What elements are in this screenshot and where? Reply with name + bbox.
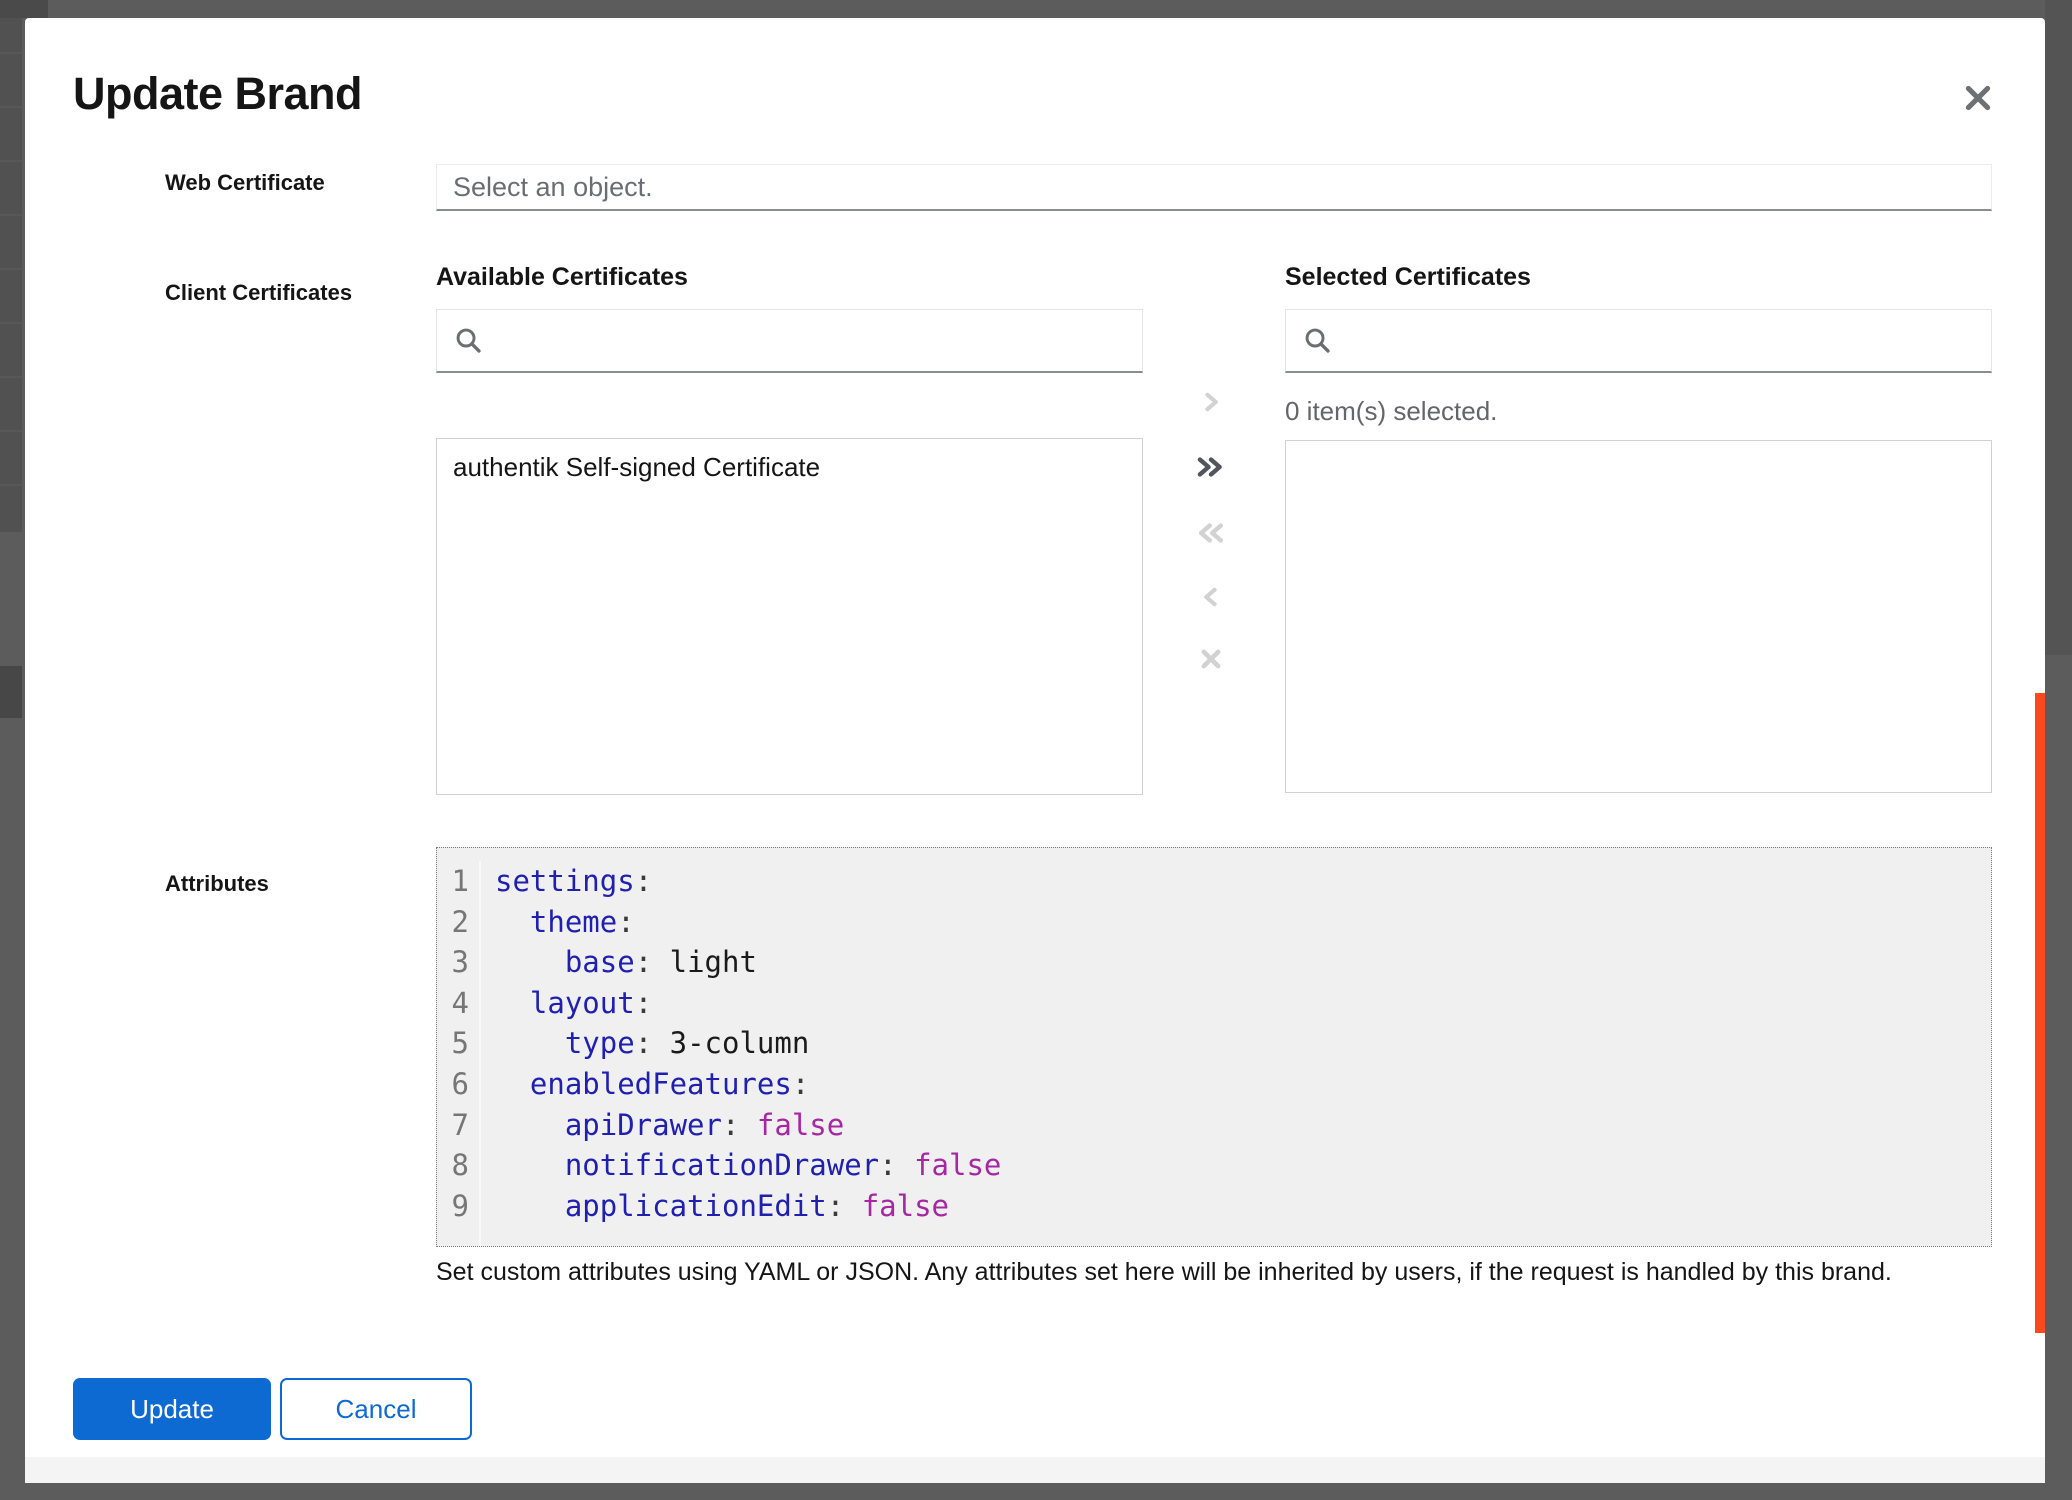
- code-line: applicationEdit: false: [495, 1186, 1991, 1227]
- attributes-help-text: Set custom attributes using YAML or JSON…: [436, 1258, 1966, 1287]
- update-button[interactable]: Update: [73, 1378, 271, 1440]
- update-brand-modal: Update Brand Web Certificate Select an o…: [25, 18, 2045, 1483]
- available-listbox[interactable]: authentik Self-signed Certificate: [436, 438, 1143, 795]
- line-number: 2: [437, 902, 479, 943]
- modal-footer-strip: [25, 1457, 2045, 1483]
- attributes-code-editor[interactable]: 123456789 settings: theme: base: light l…: [436, 847, 1992, 1247]
- code-line: enabledFeatures:: [495, 1064, 1991, 1105]
- list-item-certificate[interactable]: authentik Self-signed Certificate: [437, 439, 1142, 496]
- code-line: base: light: [495, 942, 1991, 983]
- line-number: 7: [437, 1105, 479, 1146]
- field-label-web-certificate: Web Certificate: [165, 170, 325, 196]
- selected-listbox[interactable]: [1285, 440, 1992, 793]
- field-label-client-certificates: Client Certificates: [165, 280, 352, 306]
- times-icon: [1198, 646, 1224, 672]
- angle-right-icon: [1199, 390, 1223, 414]
- backdrop-sidebar-item: [0, 666, 22, 718]
- code-line: apiDrawer: false: [495, 1105, 1991, 1146]
- cancel-button[interactable]: Cancel: [280, 1378, 472, 1440]
- backdrop-sidebar: [0, 0, 22, 532]
- selected-certificates-heading: Selected Certificates: [1285, 263, 1531, 292]
- line-number: 9: [437, 1186, 479, 1227]
- angle-double-left-icon: [1195, 520, 1227, 546]
- selected-status: 0 item(s) selected.: [1285, 396, 1497, 427]
- line-number: 3: [437, 942, 479, 983]
- code-content: settings: theme: base: light layout: typ…: [481, 861, 1991, 1246]
- line-number: 5: [437, 1023, 479, 1064]
- code-line: notificationDrawer: false: [495, 1145, 1991, 1186]
- field-label-attributes: Attributes: [165, 871, 269, 897]
- code-line: settings:: [495, 861, 1991, 902]
- code-line: layout:: [495, 983, 1991, 1024]
- available-search-box: [436, 309, 1143, 373]
- backdrop-right: [2045, 0, 2072, 655]
- clear-selection-button[interactable]: [1191, 639, 1231, 679]
- scrollbar-thumb[interactable]: [2035, 693, 2045, 1333]
- code-gutter: 123456789: [437, 861, 481, 1246]
- code-line: type: 3-column: [495, 1023, 1991, 1064]
- line-number: 4: [437, 983, 479, 1024]
- angle-double-right-icon: [1195, 454, 1227, 480]
- selected-search-box: [1285, 309, 1992, 373]
- angle-left-icon: [1199, 585, 1223, 609]
- code-line: theme:: [495, 902, 1991, 943]
- backdrop-header: [0, 0, 48, 18]
- move-selected-left-button[interactable]: [1191, 577, 1231, 617]
- search-icon: [1304, 327, 1331, 354]
- line-number: 6: [437, 1064, 479, 1105]
- web-certificate-select[interactable]: Select an object.: [436, 164, 1992, 211]
- select-placeholder: Select an object.: [453, 172, 653, 203]
- search-icon: [455, 327, 482, 354]
- move-selected-right-button[interactable]: [1191, 382, 1231, 422]
- line-number: 1: [437, 861, 479, 902]
- available-certificates-heading: Available Certificates: [436, 263, 688, 292]
- line-number: 8: [437, 1145, 479, 1186]
- move-all-right-button[interactable]: [1191, 447, 1231, 487]
- available-search-input[interactable]: [496, 310, 1124, 371]
- selected-search-input[interactable]: [1345, 310, 1973, 371]
- close-button[interactable]: [1956, 76, 2000, 120]
- move-all-left-button[interactable]: [1191, 513, 1231, 553]
- page-title: Update Brand: [73, 68, 362, 120]
- close-icon: [1962, 82, 1994, 114]
- screen: Update Brand Web Certificate Select an o…: [0, 0, 2072, 1500]
